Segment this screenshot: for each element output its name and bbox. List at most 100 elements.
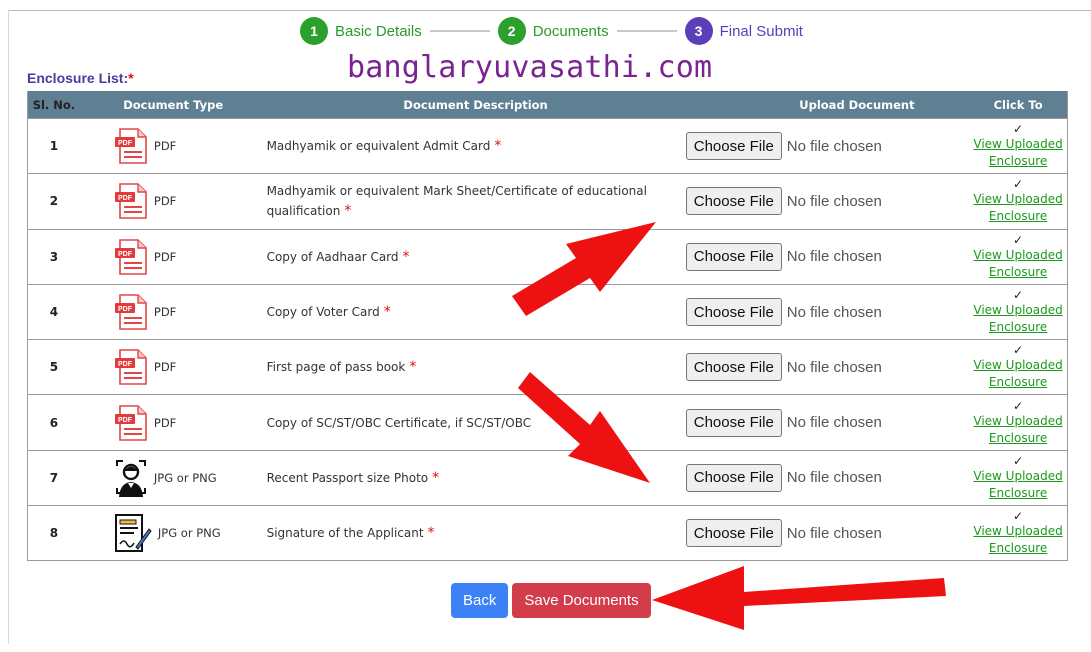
file-input[interactable]: Choose File No file chosen bbox=[685, 242, 882, 271]
checkmark-icon: ✓ bbox=[1013, 122, 1024, 137]
row-document-description: Copy of Aadhaar Card * bbox=[267, 247, 685, 267]
description-text: Copy of Voter Card bbox=[266, 305, 380, 320]
file-status-text: No file chosen bbox=[786, 358, 882, 376]
link-line-2: Enclosure bbox=[988, 264, 1048, 279]
row-serial-number: 1 bbox=[49, 139, 59, 154]
pdf-icon: PDF bbox=[114, 349, 147, 386]
row-upload-document: Choose File No file chosen bbox=[685, 519, 969, 548]
svg-text:PDF: PDF bbox=[118, 251, 133, 258]
required-mark: * bbox=[402, 248, 410, 265]
description-text: First page of pass book bbox=[266, 360, 406, 375]
link-line-2: Enclosure bbox=[988, 154, 1048, 169]
choose-file-button[interactable]: Choose File bbox=[685, 463, 782, 492]
link-line-1: View Uploaded bbox=[973, 192, 1063, 207]
row-document-type: PDF PDF bbox=[80, 293, 267, 331]
row-click-to: ✓ View Uploaded Enclosure bbox=[969, 177, 1067, 225]
file-input[interactable]: Choose File No file chosen bbox=[685, 353, 882, 382]
file-input[interactable]: Choose File No file chosen bbox=[685, 298, 882, 327]
back-button[interactable]: Back bbox=[451, 583, 509, 618]
row-document-type: PDF PDF bbox=[80, 404, 267, 442]
file-input[interactable]: Choose File No file chosen bbox=[685, 519, 882, 548]
link-line-1: View Uploaded bbox=[973, 358, 1063, 373]
step-documents[interactable]: 2 Documents bbox=[497, 17, 609, 45]
choose-file-button[interactable]: Choose File bbox=[685, 353, 782, 382]
view-uploaded-enclosure-link[interactable]: View Uploaded Enclosure bbox=[973, 524, 1062, 555]
svg-text:PDF: PDF bbox=[118, 140, 133, 147]
row-upload-document: Choose File No file chosen bbox=[685, 187, 969, 216]
view-uploaded-enclosure-link[interactable]: View Uploaded Enclosure bbox=[973, 469, 1062, 500]
svg-text:PDF: PDF bbox=[118, 306, 133, 313]
description-text: Madhyamik or equivalent Mark Sheet/Certi… bbox=[266, 184, 647, 219]
view-uploaded-enclosure-link[interactable]: View Uploaded Enclosure bbox=[973, 414, 1062, 445]
row-click-to: ✓ View Uploaded Enclosure bbox=[969, 233, 1067, 281]
link-line-2: Enclosure bbox=[988, 375, 1048, 390]
left-border bbox=[8, 10, 9, 644]
row-document-type: JPG or PNG bbox=[80, 513, 267, 553]
table-row: 6 PDF PDF Copy of SC/ST/OBC Certificate, if… bbox=[28, 394, 1067, 449]
file-input[interactable]: Choose File No file chosen bbox=[685, 408, 882, 437]
enclosure-table: Sl. No. Document Type Document Descripti… bbox=[27, 91, 1068, 562]
checkmark-icon: ✓ bbox=[1013, 398, 1024, 413]
checkmark-icon: ✓ bbox=[1013, 232, 1024, 247]
pdf-icon: PDF bbox=[114, 128, 147, 164]
step-basic-details[interactable]: 1 Basic Details bbox=[300, 17, 422, 45]
description-text: Signature of the Applicant bbox=[266, 526, 424, 541]
choose-file-button[interactable]: Choose File bbox=[685, 298, 782, 327]
row-document-description: Madhyamik or equivalent Mark Sheet/Certi… bbox=[267, 181, 685, 221]
row-document-description: Copy of Voter Card * bbox=[267, 302, 685, 322]
header-document-description: Document Description bbox=[403, 97, 548, 112]
row-document-type: JPG or PNG bbox=[80, 458, 267, 498]
description-text: Copy of Aadhaar Card bbox=[266, 249, 399, 264]
view-uploaded-enclosure-link[interactable]: View Uploaded Enclosure bbox=[973, 192, 1062, 223]
view-uploaded-enclosure-link[interactable]: View Uploaded Enclosure bbox=[973, 358, 1062, 389]
choose-file-button[interactable]: Choose File bbox=[685, 408, 782, 437]
table-row: 2 PDF PDF Madhyamik or equivalent Mark Shee… bbox=[28, 173, 1067, 228]
link-line-1: View Uploaded bbox=[973, 303, 1063, 318]
step-connector bbox=[429, 30, 490, 32]
link-line-2: Enclosure bbox=[988, 430, 1048, 445]
step-2-label: Documents bbox=[532, 22, 609, 40]
row-upload-document: Choose File No file chosen bbox=[685, 298, 969, 327]
choose-file-button[interactable]: Choose File bbox=[685, 187, 782, 216]
arrow-left-icon bbox=[652, 566, 946, 630]
table-header: Sl. No. Document Type Document Descripti… bbox=[28, 91, 1067, 118]
row-serial-number: 4 bbox=[49, 305, 59, 320]
document-type-label: PDF bbox=[153, 415, 177, 430]
view-uploaded-enclosure-link[interactable]: View Uploaded Enclosure bbox=[973, 137, 1062, 168]
row-document-type: PDF PDF bbox=[80, 238, 267, 276]
table-row: 8 JPG or PNG Signature of the Applicant * Ch… bbox=[28, 505, 1067, 560]
view-uploaded-enclosure-link[interactable]: View Uploaded Enclosure bbox=[973, 248, 1062, 279]
row-click-to: ✓ View Uploaded Enclosure bbox=[969, 399, 1067, 447]
row-serial-number: 3 bbox=[49, 249, 59, 264]
row-upload-document: Choose File No file chosen bbox=[685, 242, 969, 271]
save-documents-button[interactable]: Save Documents bbox=[512, 583, 651, 618]
choose-file-button[interactable]: Choose File bbox=[685, 132, 782, 161]
file-input[interactable]: Choose File No file chosen bbox=[685, 187, 882, 216]
link-line-2: Enclosure bbox=[988, 209, 1048, 224]
required-mark: * bbox=[427, 525, 435, 542]
step-2-circle: 2 bbox=[497, 17, 526, 45]
choose-file-button[interactable]: Choose File bbox=[685, 242, 782, 271]
file-status-text: No file chosen bbox=[786, 414, 882, 432]
row-document-type: PDF PDF bbox=[80, 348, 267, 386]
view-uploaded-enclosure-link[interactable]: View Uploaded Enclosure bbox=[973, 303, 1062, 334]
enclosure-list-title: Enclosure List:* bbox=[27, 70, 134, 86]
file-status-text: No file chosen bbox=[786, 469, 882, 487]
link-line-1: View Uploaded bbox=[973, 247, 1063, 262]
row-serial-number: 7 bbox=[49, 470, 59, 485]
choose-file-button[interactable]: Choose File bbox=[685, 519, 782, 548]
file-input[interactable]: Choose File No file chosen bbox=[685, 463, 882, 492]
step-final-submit[interactable]: 3 Final Submit bbox=[684, 17, 803, 45]
table-row: 4 PDF PDF Copy of Voter Card * Choose File No … bbox=[28, 283, 1067, 339]
checkmark-icon: ✓ bbox=[1013, 343, 1024, 358]
checkmark-icon: ✓ bbox=[1013, 509, 1024, 524]
document-type-label: JPG or PNG bbox=[153, 470, 217, 485]
file-status-text: No file chosen bbox=[786, 303, 882, 321]
step-1-label: Basic Details bbox=[335, 22, 422, 40]
file-input[interactable]: Choose File No file chosen bbox=[685, 132, 882, 161]
required-mark: * bbox=[344, 203, 352, 220]
row-document-description: Copy of SC/ST/OBC Certificate, if SC/ST/… bbox=[267, 413, 685, 433]
checkmark-icon: ✓ bbox=[1013, 177, 1024, 192]
required-mark: * bbox=[383, 304, 391, 321]
row-serial-number: 8 bbox=[49, 526, 59, 541]
